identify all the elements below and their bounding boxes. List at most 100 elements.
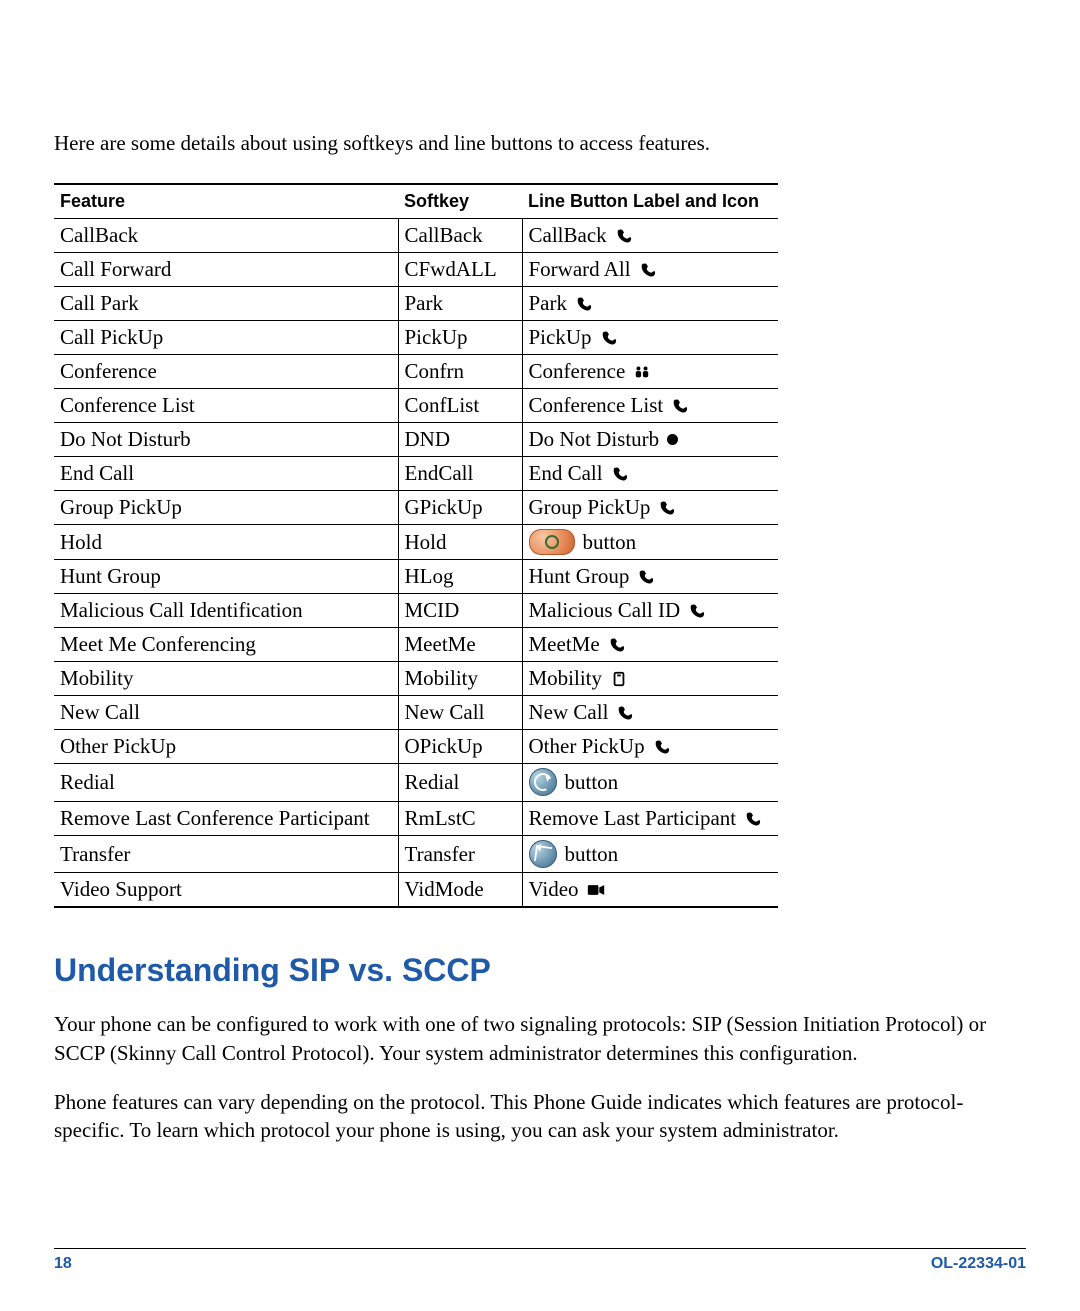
line-button-cell: Park [522, 287, 778, 321]
feature-cell: CallBack [54, 219, 398, 253]
line-button-cell: Video [522, 873, 778, 908]
line-button-cell: Remove Last Participant [522, 802, 778, 836]
intro-text: Here are some details about using softke… [54, 129, 1026, 157]
line-button-label: Park [529, 291, 568, 316]
feature-table: Feature Softkey Line Button Label and Ic… [54, 183, 778, 908]
table-row: Conference ListConfListConference List [54, 389, 778, 423]
line-button-cell: Other PickUp [522, 730, 778, 764]
feature-cell: Malicious Call Identification [54, 594, 398, 628]
line-button-cell: PickUp [522, 321, 778, 355]
softkey-cell: ConfList [398, 389, 522, 423]
feature-cell: Call Park [54, 287, 398, 321]
handset-icon [600, 330, 618, 346]
softkey-cell: PickUp [398, 321, 522, 355]
softkey-cell: MCID [398, 594, 522, 628]
feature-cell: Hunt Group [54, 560, 398, 594]
table-row: Remove Last Conference ParticipantRmLstC… [54, 802, 778, 836]
line-button-label: Remove Last Participant [529, 806, 737, 831]
handset-icon [671, 398, 689, 414]
softkey-cell: DND [398, 423, 522, 457]
softkey-cell: RmLstC [398, 802, 522, 836]
softkey-cell: CFwdALL [398, 253, 522, 287]
page-footer: 18 OL-22334-01 [54, 1248, 1026, 1273]
document-page: Here are some details about using softke… [0, 0, 1080, 1311]
mobility-icon [610, 671, 628, 687]
feature-cell: End Call [54, 457, 398, 491]
line-button-label: Conference [529, 359, 626, 384]
conference-icon [633, 364, 651, 380]
table-row: Call ParkParkPark [54, 287, 778, 321]
table-row: CallBackCallBackCallBack [54, 219, 778, 253]
handset-icon [639, 262, 657, 278]
line-button-label: Mobility [529, 666, 603, 691]
line-button-label: Hunt Group [529, 564, 630, 589]
softkey-cell: VidMode [398, 873, 522, 908]
line-button-cell: Hunt Group [522, 560, 778, 594]
handset-icon [575, 296, 593, 312]
line-button-label: button [565, 842, 619, 867]
line-button-cell: button [522, 525, 778, 560]
handset-icon [744, 811, 762, 827]
line-button-cell: New Call [522, 696, 778, 730]
line-button-label: New Call [529, 700, 609, 725]
softkey-cell: Hold [398, 525, 522, 560]
softkey-cell: GPickUp [398, 491, 522, 525]
feature-cell: Call Forward [54, 253, 398, 287]
line-button-cell: Group PickUp [522, 491, 778, 525]
th-feature: Feature [54, 184, 398, 219]
feature-cell: Group PickUp [54, 491, 398, 525]
softkey-cell: HLog [398, 560, 522, 594]
table-row: Hunt GroupHLogHunt Group [54, 560, 778, 594]
feature-cell: Conference [54, 355, 398, 389]
table-row: Call PickUpPickUpPickUp [54, 321, 778, 355]
th-softkey: Softkey [398, 184, 522, 219]
body-paragraph-2: Phone features can vary depending on the… [54, 1088, 1026, 1145]
video-icon [587, 882, 605, 898]
table-row: New CallNew CallNew Call [54, 696, 778, 730]
feature-cell: Transfer [54, 836, 398, 873]
feature-cell: Call PickUp [54, 321, 398, 355]
body-paragraph-1: Your phone can be configured to work wit… [54, 1010, 1026, 1067]
softkey-cell: EndCall [398, 457, 522, 491]
feature-cell: Do Not Disturb [54, 423, 398, 457]
table-row: Do Not DisturbDNDDo Not Disturb [54, 423, 778, 457]
line-button-label: CallBack [529, 223, 607, 248]
line-button-cell: CallBack [522, 219, 778, 253]
table-row: RedialRedialbutton [54, 764, 778, 802]
softkey-cell: CallBack [398, 219, 522, 253]
line-button-label: Do Not Disturb [529, 427, 660, 452]
feature-cell: Hold [54, 525, 398, 560]
handset-icon [688, 603, 706, 619]
handset-icon [611, 466, 629, 482]
softkey-cell: Park [398, 287, 522, 321]
softkey-cell: Transfer [398, 836, 522, 873]
table-row: ConferenceConfrnConference [54, 355, 778, 389]
feature-cell: Other PickUp [54, 730, 398, 764]
softkey-cell: OPickUp [398, 730, 522, 764]
do-not-disturb-icon [667, 434, 678, 445]
table-row: MobilityMobilityMobility [54, 662, 778, 696]
table-row: HoldHoldbutton [54, 525, 778, 560]
table-row: Meet Me ConferencingMeetMeMeetMe [54, 628, 778, 662]
redial-button-icon [529, 768, 557, 796]
table-header-row: Feature Softkey Line Button Label and Ic… [54, 184, 778, 219]
handset-icon [653, 739, 671, 755]
softkey-cell: MeetMe [398, 628, 522, 662]
feature-cell: Remove Last Conference Participant [54, 802, 398, 836]
line-button-label: Video [529, 877, 579, 902]
line-button-cell: Do Not Disturb [522, 423, 778, 457]
line-button-label: End Call [529, 461, 603, 486]
softkey-cell: Confrn [398, 355, 522, 389]
softkey-cell: Mobility [398, 662, 522, 696]
feature-cell: Meet Me Conferencing [54, 628, 398, 662]
softkey-cell: Redial [398, 764, 522, 802]
line-button-label: Conference List [529, 393, 664, 418]
handset-icon [637, 569, 655, 585]
feature-cell: Redial [54, 764, 398, 802]
handset-icon [615, 228, 633, 244]
handset-icon [608, 637, 626, 653]
line-button-label: PickUp [529, 325, 592, 350]
feature-cell: Conference List [54, 389, 398, 423]
table-row: Malicious Call IdentificationMCIDMalicio… [54, 594, 778, 628]
feature-cell: Mobility [54, 662, 398, 696]
